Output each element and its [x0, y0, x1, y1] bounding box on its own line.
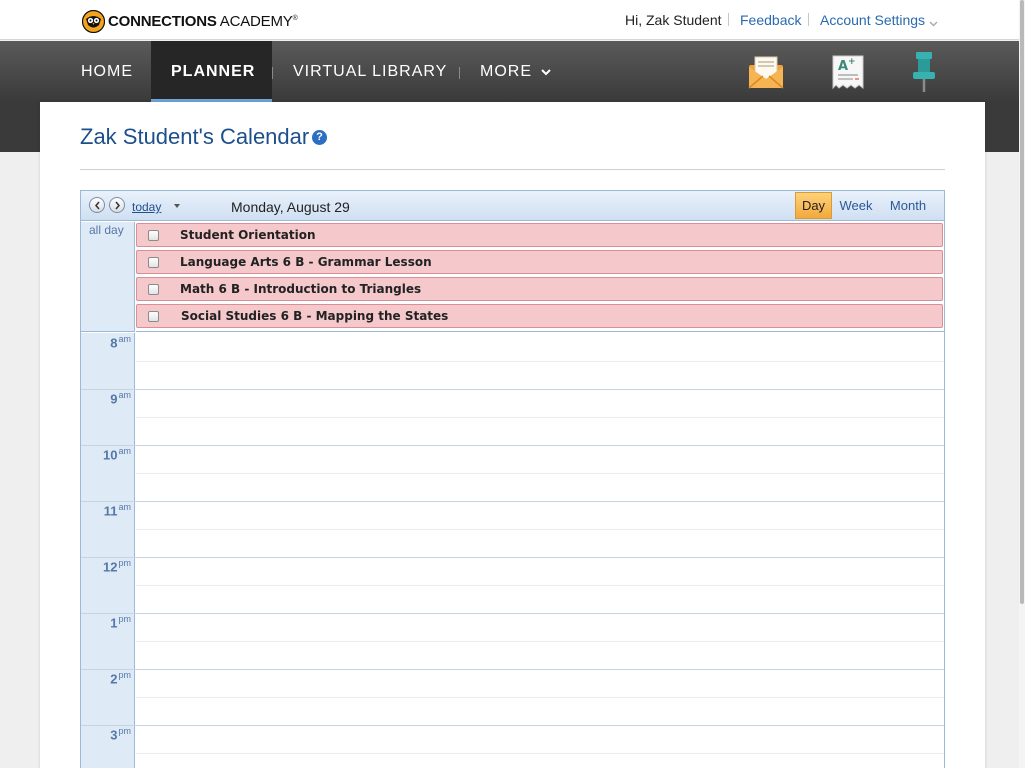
event-title: Math 6 B - Introduction to Triangles	[180, 282, 422, 296]
half-hour-gridline	[136, 473, 944, 474]
time-label: 1pm	[110, 614, 131, 631]
help-icon[interactable]: ?	[312, 130, 327, 145]
user-greeting: Hi, Zak Student	[625, 12, 722, 28]
event-title: Language Arts 6 B - Grammar Lesson	[180, 255, 432, 269]
svg-text:A: A	[838, 59, 848, 74]
half-hour-gridline	[136, 529, 944, 530]
time-label: 3pm	[110, 726, 131, 743]
top-bar: CONNECTIONS ACADEMY® Hi, Zak Student Fee…	[0, 0, 1025, 40]
event-title: Student Orientation	[180, 228, 316, 242]
chevron-right-icon	[115, 201, 120, 210]
feedback-link[interactable]: Feedback	[740, 12, 801, 28]
view-day-button[interactable]: Day	[795, 192, 832, 219]
view-week-button[interactable]: Week	[836, 191, 876, 220]
account-settings-link[interactable]: Account Settings	[820, 12, 925, 28]
title-divider	[80, 169, 945, 170]
event-item[interactable]: Math 6 B - Introduction to Triangles	[136, 277, 943, 301]
chevron-down-icon	[541, 69, 552, 76]
half-hour-gridline	[136, 697, 944, 698]
page-title: Zak Student's Calendar	[80, 124, 310, 149]
event-checkbox[interactable]	[148, 284, 159, 295]
hour-gridline	[81, 445, 944, 446]
hour-gridline	[81, 613, 944, 614]
hour-gridline	[81, 669, 944, 670]
hour-gridline	[81, 725, 944, 726]
time-label: 9am	[110, 390, 131, 407]
logo-brand-bold: CONNECTIONS	[108, 12, 217, 30]
nav-planner[interactable]: PLANNER	[151, 41, 272, 102]
logo-reg-mark: ®	[292, 14, 298, 22]
event-title: Social Studies 6 B - Mapping the States	[181, 309, 449, 323]
time-label: 12pm	[103, 558, 131, 575]
time-label: 2pm	[110, 670, 131, 687]
calendar: today Monday, August 29 Day Week Month a…	[80, 190, 945, 768]
header-separator	[808, 13, 809, 26]
nav-divider	[272, 67, 273, 79]
next-day-button[interactable]	[109, 197, 125, 213]
event-checkbox[interactable]	[148, 257, 159, 268]
chevron-down-icon[interactable]	[929, 15, 938, 27]
nav-more[interactable]: MORE	[480, 41, 552, 102]
event-checkbox[interactable]	[148, 311, 159, 322]
header-separator	[728, 13, 729, 26]
nav-home[interactable]: HOME	[81, 41, 133, 102]
chevron-left-icon	[95, 201, 100, 210]
time-label: 10am	[103, 446, 131, 463]
event-item[interactable]: Student Orientation	[136, 223, 943, 247]
allday-gutter: all day	[81, 222, 135, 332]
half-hour-gridline	[136, 753, 944, 754]
page-scrollbar-thumb[interactable]	[1020, 0, 1024, 604]
pushpin-icon[interactable]	[910, 50, 938, 99]
event-item[interactable]: Social Studies 6 B - Mapping the States	[136, 304, 943, 328]
hour-gridline	[81, 557, 944, 558]
calendar-toolbar: today Monday, August 29 Day Week Month	[81, 191, 944, 221]
event-checkbox[interactable]	[148, 230, 159, 241]
today-button[interactable]: today	[132, 200, 161, 214]
calendar-card: Zak Student's Calendar ? today Monday, A…	[40, 102, 985, 768]
time-label: 11am	[103, 502, 131, 519]
allday-label: all day	[89, 223, 124, 237]
grades-receipt-icon[interactable]: A +	[831, 54, 865, 97]
today-dropdown-caret-icon[interactable]	[174, 204, 180, 208]
half-hour-gridline	[136, 361, 944, 362]
allday-events: Student Orientation Language Arts 6 B - …	[136, 222, 944, 332]
half-hour-gridline	[136, 417, 944, 418]
event-item[interactable]: Language Arts 6 B - Grammar Lesson	[136, 250, 943, 274]
half-hour-gridline	[136, 585, 944, 586]
logo-brand-light: ACADEMY	[219, 12, 293, 30]
hour-gridline	[81, 501, 944, 502]
connections-academy-logo[interactable]: CONNECTIONS ACADEMY®	[81, 9, 298, 33]
prev-day-button[interactable]	[89, 197, 105, 213]
nav-divider	[459, 67, 460, 79]
nav-more-label: MORE	[480, 63, 532, 80]
message-envelope-icon[interactable]	[747, 51, 785, 96]
owl-logo-icon	[81, 9, 106, 33]
hour-gridline	[81, 389, 944, 390]
time-label: 8am	[110, 334, 131, 351]
view-month-button[interactable]: Month	[885, 191, 931, 220]
nav-virtual-library[interactable]: VIRTUAL LIBRARY	[293, 41, 447, 102]
half-hour-gridline	[136, 641, 944, 642]
svg-text:+: +	[848, 57, 856, 67]
current-date: Monday, August 29	[231, 199, 350, 215]
